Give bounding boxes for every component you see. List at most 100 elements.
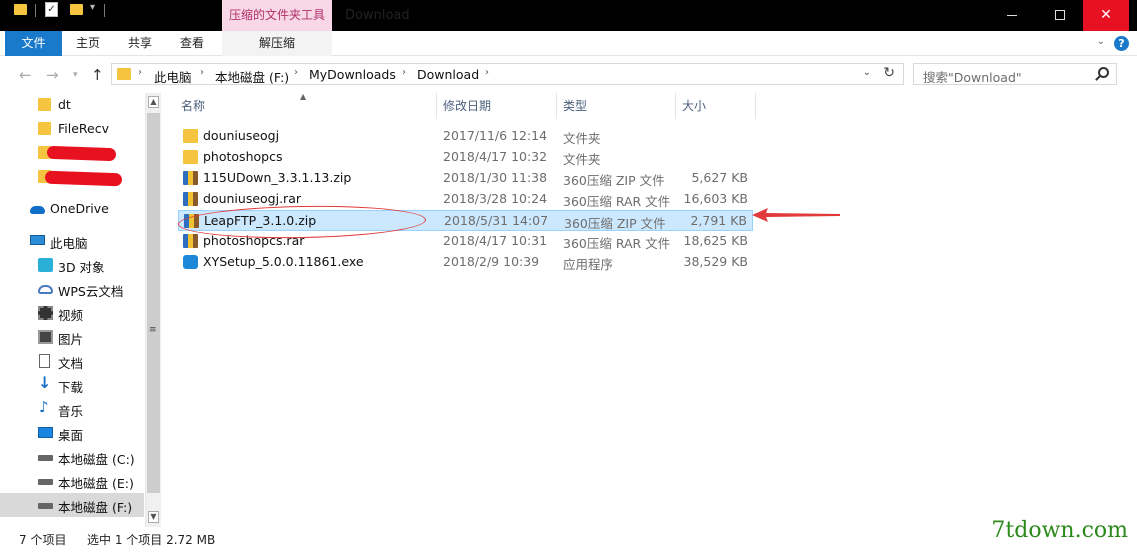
nav-item-redacted-1[interactable] (0, 141, 144, 165)
breadcrumb-download[interactable]: Download (417, 67, 479, 82)
file-row[interactable]: douniuseogj 2017/11/6 12:14 文件夹 (178, 126, 753, 147)
tab-view[interactable]: 查看 (169, 31, 215, 56)
file-name: douniuseogj.rar (203, 191, 301, 206)
nav-item-dt[interactable]: dt (0, 93, 144, 117)
file-row[interactable]: photoshopcs 2018/4/17 10:32 文件夹 (178, 147, 753, 168)
chevron-right-icon[interactable]: › (200, 67, 204, 78)
nav-item-label: 下载 (58, 380, 84, 395)
video-icon (38, 306, 53, 320)
refresh-icon[interactable]: ↻ (883, 65, 895, 81)
file-name: photoshopcs (203, 149, 283, 164)
scroll-down-arrow-icon[interactable]: ▼ (148, 511, 159, 523)
nav-item-onedrive[interactable]: OneDrive (0, 197, 144, 221)
nav-item-videos[interactable]: 视频 (0, 301, 144, 325)
search-icon[interactable] (1098, 67, 1109, 78)
download-icon: ↓ (38, 373, 52, 392)
archive-icon (183, 234, 198, 248)
nav-scrollbar[interactable]: ▲ ≡ ▼ (145, 93, 161, 527)
folder-icon (183, 129, 198, 143)
maximize-button[interactable] (1037, 0, 1083, 31)
folder-icon (14, 4, 27, 15)
address-history-chevron-icon[interactable]: ⌄ (863, 67, 871, 78)
nav-item-label: 视频 (58, 308, 84, 323)
drive-icon (38, 479, 53, 485)
item-count: 7 个项目 (19, 533, 67, 547)
minimize-icon (1007, 14, 1017, 16)
tab-file[interactable]: 文件 (5, 31, 62, 56)
file-type: 360压缩 ZIP 文件 (564, 216, 666, 231)
tab-home[interactable]: 主页 (65, 31, 111, 56)
nav-item-downloads[interactable]: ↓ 下载 (0, 373, 144, 397)
breadcrumb-mydownloads[interactable]: MyDownloads (309, 67, 396, 82)
nav-item-label: 本地磁盘 (F:) (58, 500, 133, 515)
nav-item-3d-objects[interactable]: 3D 对象 (0, 253, 144, 277)
tab-extract[interactable]: 解压缩 (222, 31, 332, 56)
nav-item-desktop[interactable]: 桌面 (0, 421, 144, 445)
minimize-button[interactable] (989, 0, 1035, 31)
column-header-date[interactable]: 修改日期 (437, 93, 557, 119)
nav-item-pictures[interactable]: 图片 (0, 325, 144, 349)
wps-cloud-icon (38, 285, 53, 294)
tab-share[interactable]: 共享 (117, 31, 163, 56)
properties-quick-access-icon[interactable]: ✓ (45, 2, 58, 17)
search-placeholder: 搜索"Download" (923, 70, 1022, 85)
nav-item-filerecv[interactable]: FileRecv (0, 117, 144, 141)
column-header-name[interactable]: 名称 (175, 93, 437, 119)
nav-item-documents[interactable]: 文档 (0, 349, 144, 373)
music-icon: ♪ (39, 398, 49, 416)
ribbon-expand-chevron-icon[interactable]: ⌄ (1097, 36, 1105, 47)
drive-icon (38, 503, 53, 509)
separator (104, 4, 105, 17)
nav-item-drive-c[interactable]: 本地磁盘 (C:) (0, 445, 144, 469)
close-icon: ✕ (1100, 7, 1112, 23)
file-size: 2,791 KB (690, 213, 747, 228)
chevron-right-icon[interactable]: › (294, 67, 298, 78)
address-bar[interactable]: › 此电脑 › 本地磁盘 (F:) › MyDownloads › Downlo… (111, 63, 904, 85)
file-name: XYSetup_5.0.0.11861.exe (203, 254, 364, 269)
file-type: 应用程序 (563, 257, 614, 272)
file-row[interactable]: XYSetup_5.0.0.11861.exe 2018/2/9 10:39 应… (178, 252, 753, 273)
nav-item-label: 此电脑 (50, 236, 88, 251)
file-row[interactable]: 115UDown_3.3.1.13.zip 2018/1/30 11:38 36… (178, 168, 753, 189)
status-bar: 7 个项目 选中 1 个项目 2.72 MB (0, 527, 1137, 553)
breadcrumb-this-pc[interactable]: 此电脑 (154, 67, 192, 86)
chevron-right-icon[interactable]: › (138, 67, 142, 78)
nav-item-this-pc[interactable]: 此电脑 (0, 229, 144, 253)
nav-item-drive-f[interactable]: 本地磁盘 (F:) (0, 493, 144, 517)
close-button[interactable]: ✕ (1083, 0, 1129, 31)
exe-icon (183, 255, 198, 269)
nav-item-wps-cloud[interactable]: WPS云文档 (0, 277, 144, 301)
customize-quick-access-chevron-icon[interactable]: ▾ (90, 2, 95, 13)
file-type: 文件夹 (563, 131, 601, 146)
nav-item-label: 本地磁盘 (E:) (58, 476, 134, 491)
search-input[interactable]: 搜索"Download" (913, 63, 1117, 85)
recent-locations-chevron-icon[interactable]: ▾ (73, 70, 78, 80)
column-header-size[interactable]: 大小 (676, 93, 756, 119)
forward-arrow-icon[interactable]: → (46, 66, 59, 84)
scroll-up-arrow-icon[interactable]: ▲ (148, 96, 159, 108)
column-header-type[interactable]: 类型 (557, 93, 676, 119)
file-size: 38,529 KB (683, 254, 748, 269)
nav-item-drive-e[interactable]: 本地磁盘 (E:) (0, 469, 144, 493)
file-list: ▲ 名称 修改日期 类型 大小 douniuseogj 2017/11/6 12… (165, 92, 1125, 527)
chevron-right-icon[interactable]: › (402, 67, 406, 78)
up-arrow-icon[interactable]: ↑ (91, 66, 104, 84)
nav-item-label: OneDrive (50, 201, 109, 216)
selection-info: 选中 1 个项目 2.72 MB (87, 533, 216, 547)
window-title: Download (345, 8, 410, 23)
drive-icon (38, 455, 53, 461)
folder-icon (183, 150, 198, 164)
new-folder-quick-access-icon[interactable] (70, 4, 83, 15)
scrollbar-thumb[interactable] (147, 113, 160, 493)
annotation-arrow-icon (752, 208, 840, 222)
file-date: 2018/4/17 10:31 (443, 233, 548, 248)
file-date: 2018/1/30 11:38 (443, 170, 548, 185)
help-icon[interactable]: ? (1114, 36, 1129, 51)
back-arrow-icon[interactable]: ← (19, 66, 32, 84)
breadcrumb-drive-f[interactable]: 本地磁盘 (F:) (215, 67, 289, 86)
desktop-icon (38, 427, 53, 438)
nav-item-music[interactable]: ♪ 音乐 (0, 397, 144, 421)
pictures-icon (38, 330, 53, 344)
nav-item-redacted-2[interactable] (0, 165, 144, 189)
chevron-right-icon[interactable]: › (485, 67, 489, 78)
